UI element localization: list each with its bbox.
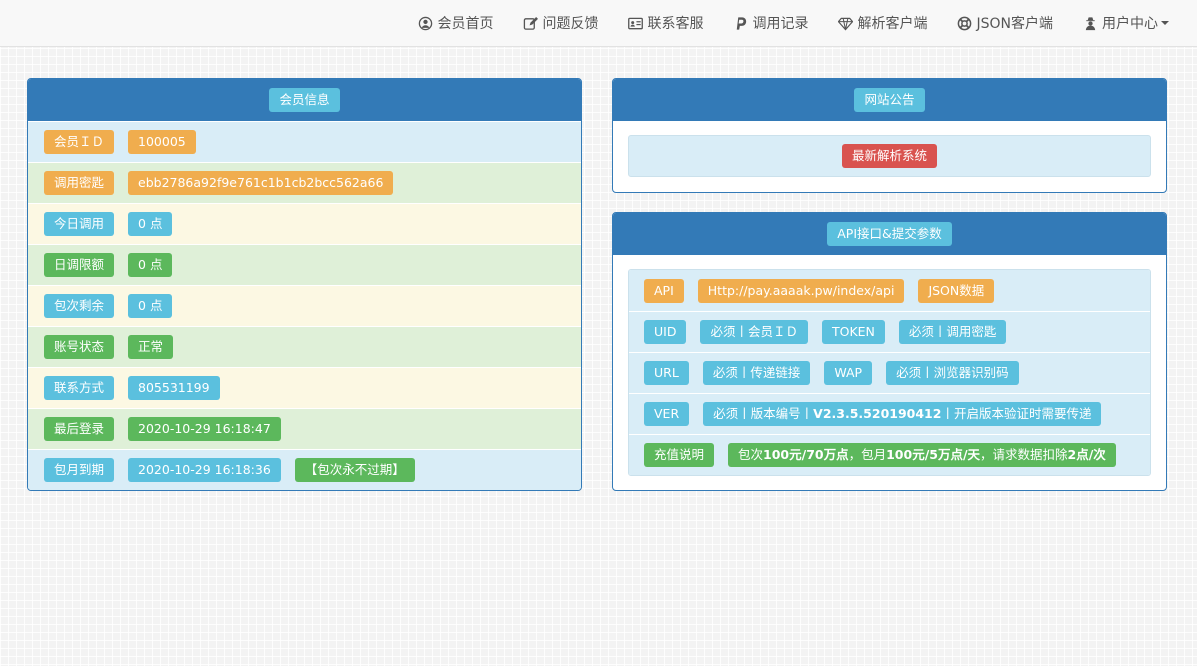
member-row-api-key: 调用密匙 ebb2786a92f9e761c1b1cb2bcc562a66 bbox=[28, 162, 581, 203]
desc-suffix: 丨开启版本验证时需要传递 bbox=[941, 406, 1092, 421]
member-row-remaining: 包次剩余 0 点 bbox=[28, 285, 581, 326]
edit-icon bbox=[523, 16, 539, 31]
price-per-use: 100元/70万点 bbox=[763, 447, 849, 462]
member-row-today-calls: 今日调用 0 点 bbox=[28, 203, 581, 244]
text-part: ，请求数据扣除 bbox=[980, 447, 1068, 462]
response-format: JSON数据 bbox=[918, 278, 995, 303]
param-desc: 必须丨版本编号丨V2.3.5.520190412丨开启版本验证时需要传递 bbox=[703, 402, 1102, 426]
field-label: 日调限额 bbox=[44, 253, 115, 277]
panel-heading: 网站公告 bbox=[613, 79, 1166, 121]
diamond-icon bbox=[838, 16, 854, 31]
api-params-panel: API接口&提交参数 API Http://pay.aaaak.pw/index… bbox=[612, 212, 1167, 491]
param-name: WAP bbox=[824, 361, 873, 385]
nav-label: 用户中心 bbox=[1102, 16, 1158, 32]
user-secret-icon bbox=[1083, 16, 1098, 31]
member-row-daily-limit: 日调限额 0 点 bbox=[28, 244, 581, 285]
param-name: API bbox=[644, 278, 684, 303]
price-monthly: 100元/5万点/天 bbox=[886, 447, 981, 462]
api-row-endpoint: API Http://pay.aaaak.pw/index/api JSON数据 bbox=[629, 270, 1150, 311]
param-name: URL bbox=[644, 361, 689, 385]
life-ring-icon bbox=[957, 16, 972, 31]
field-value: 2020-10-29 16:18:47 bbox=[128, 417, 281, 441]
member-row-account-status: 账号状态 正常 bbox=[28, 326, 581, 367]
field-label: 调用密匙 bbox=[44, 171, 115, 195]
param-desc: 必须丨传递链接 bbox=[702, 361, 811, 385]
nav-contact-service[interactable]: 联系客服 bbox=[628, 13, 703, 33]
member-info-panel: 会员信息 会员ＩＤ 100005 调用密匙 ebb2786a92f9e761c1… bbox=[27, 78, 582, 491]
api-row-recharge: 充值说明 包次100元/70万点，包月100元/5万点/天，请求数据扣除2点/次 bbox=[629, 434, 1150, 475]
api-row-uid-token: UID 必须丨会员ＩＤ TOKEN 必须丨调用密匙 bbox=[629, 311, 1150, 352]
field-value: 0 点 bbox=[128, 212, 173, 236]
field-value: 100005 bbox=[128, 130, 196, 154]
user-circle-icon bbox=[418, 16, 433, 31]
panel-heading: API接口&提交参数 bbox=[613, 213, 1166, 255]
notice-text: 最新解析系统 bbox=[841, 144, 937, 168]
nav-member-home[interactable]: 会员首页 bbox=[418, 13, 493, 33]
notice-body: 最新解析系统 bbox=[628, 135, 1151, 177]
member-row-contact: 联系方式 805531199 bbox=[28, 367, 581, 408]
field-label: 联系方式 bbox=[44, 376, 115, 400]
nav-parse-client[interactable]: 解析客户端 bbox=[838, 13, 927, 33]
api-row-version: VER 必须丨版本编号丨V2.3.5.520190412丨开启版本验证时需要传递 bbox=[629, 393, 1150, 434]
never-expire-badge: 【包次永不过期】 bbox=[294, 458, 415, 482]
member-row-last-login: 最后登录 2020-10-29 16:18:47 bbox=[28, 408, 581, 449]
nav-label: 问题反馈 bbox=[542, 16, 599, 32]
nav-json-client[interactable]: JSON客户端 bbox=[957, 13, 1053, 33]
param-desc: 必须丨会员ＩＤ bbox=[700, 320, 808, 344]
nav-label: JSON客户端 bbox=[976, 16, 1053, 32]
panel-title: 网站公告 bbox=[854, 88, 925, 112]
field-label: 会员ＩＤ bbox=[44, 130, 115, 154]
field-label: 今日调用 bbox=[44, 212, 115, 236]
caret-down-icon bbox=[1161, 21, 1169, 25]
paypal-icon bbox=[733, 16, 748, 31]
field-label: 包月到期 bbox=[44, 458, 115, 482]
cost-per-request: 2点/次 bbox=[1067, 447, 1106, 462]
nav-label: 联系客服 bbox=[647, 16, 704, 32]
id-card-icon bbox=[628, 16, 644, 31]
field-value: 2020-10-29 16:18:36 bbox=[128, 458, 281, 482]
field-label: 最后登录 bbox=[44, 417, 115, 441]
param-desc: 必须丨调用密匙 bbox=[898, 320, 1007, 344]
panel-heading: 会员信息 bbox=[28, 79, 581, 121]
field-value: 0 点 bbox=[128, 294, 173, 318]
panel-title: API接口&提交参数 bbox=[827, 222, 952, 246]
nav-user-center-dropdown[interactable]: 用户中心 bbox=[1083, 13, 1169, 33]
param-name: TOKEN bbox=[821, 320, 885, 344]
param-name: 充值说明 bbox=[644, 443, 715, 467]
nav-call-records[interactable]: 调用记录 bbox=[733, 13, 808, 33]
param-name: VER bbox=[644, 402, 690, 426]
recharge-desc: 包次100元/70万点，包月100元/5万点/天，请求数据扣除2点/次 bbox=[728, 443, 1116, 467]
field-value: 正常 bbox=[128, 335, 174, 359]
top-navbar: 会员首页 问题反馈 联系客服 调用记录 解析客户端 JSON客户端 用户中心 bbox=[0, 0, 1197, 47]
nav-feedback[interactable]: 问题反馈 bbox=[523, 13, 598, 33]
field-value: 805531199 bbox=[128, 376, 220, 400]
member-row-id: 会员ＩＤ 100005 bbox=[28, 121, 581, 162]
field-label: 包次剩余 bbox=[44, 294, 115, 318]
nav-label: 解析客户端 bbox=[857, 16, 928, 32]
text-part: 包次 bbox=[738, 447, 764, 462]
api-row-url-wap: URL 必须丨传递链接 WAP 必须丨浏览器识别码 bbox=[629, 352, 1150, 393]
field-value: 0 点 bbox=[128, 253, 173, 277]
param-desc: 必须丨浏览器识别码 bbox=[886, 361, 1019, 385]
field-label: 账号状态 bbox=[44, 335, 115, 359]
panel-title: 会员信息 bbox=[269, 88, 340, 112]
text-part: ，包月 bbox=[848, 447, 887, 462]
desc-prefix: 必须丨版本编号丨 bbox=[713, 406, 814, 421]
param-name: UID bbox=[644, 320, 687, 344]
nav-label: 会员首页 bbox=[437, 16, 494, 32]
version-number: V2.3.5.520190412 bbox=[813, 406, 942, 421]
site-notice-panel: 网站公告 最新解析系统 bbox=[612, 78, 1167, 193]
member-row-monthly-expiry: 包月到期 2020-10-29 16:18:36 【包次永不过期】 bbox=[28, 449, 581, 490]
field-value: ebb2786a92f9e761c1b1cb2bcc562a66 bbox=[128, 171, 394, 195]
api-table: API Http://pay.aaaak.pw/index/api JSON数据… bbox=[628, 269, 1151, 476]
nav-label: 调用记录 bbox=[752, 16, 809, 32]
api-url: Http://pay.aaaak.pw/index/api bbox=[697, 278, 905, 303]
